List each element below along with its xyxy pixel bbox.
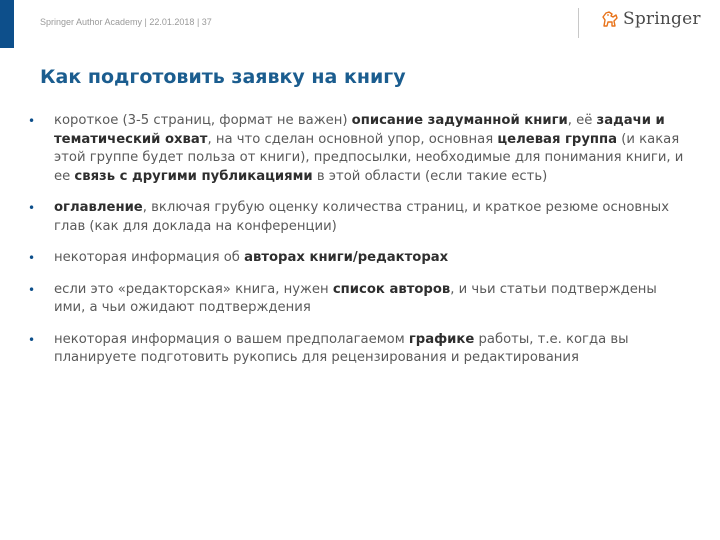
bullet-list: • короткое (3-5 страниц, формат не важен)… bbox=[28, 112, 688, 378]
bullet-dot: • bbox=[28, 251, 36, 265]
bullet-text: короткое (3-5 страниц, формат не важен) bbox=[54, 113, 352, 128]
bullet-text: , включая грубую оценку количества стран… bbox=[54, 200, 670, 234]
bullet-dot: • bbox=[28, 282, 36, 297]
bullet-item: • оглавление, включая грубую оценку колич… bbox=[28, 199, 684, 236]
springer-logo-text: Springer bbox=[623, 9, 701, 29]
header-info: Springer Author Academy | 22.01.2018 | 3… bbox=[40, 17, 212, 27]
bullet-text: в этой области (если такие есть) bbox=[312, 168, 548, 184]
bullet-text: если это «редакторская» книга, нужен bbox=[54, 281, 333, 297]
bullet-item: • некоторая информация об авторах книги/р… bbox=[28, 249, 688, 268]
springer-logo: Springer bbox=[600, 9, 701, 29]
slide-title: Как подготовить заявку на книгу bbox=[40, 66, 406, 88]
bullet-text: некоторая информация о вашем предполагае… bbox=[54, 331, 409, 347]
bullet-dot: • bbox=[28, 114, 36, 128]
bullet-text: , на что сделан основной упор, основная bbox=[207, 131, 498, 147]
bullet-emphasis: список авторов bbox=[332, 281, 451, 297]
bullet-dot: • bbox=[28, 332, 36, 347]
bullet-text: некоторая информация об bbox=[54, 250, 245, 265]
bullet-text: , её bbox=[567, 113, 597, 128]
bullet-emphasis: связь с другими публикациями bbox=[74, 168, 313, 184]
bullet-item: • если это «редакторская» книга, нужен сп… bbox=[28, 281, 674, 318]
bullet-item: • некоторая информация о вашем предполага… bbox=[28, 331, 694, 368]
bullet-emphasis: оглавление bbox=[54, 200, 143, 215]
bullet-emphasis: целевая группа bbox=[497, 131, 618, 147]
bullet-emphasis: авторах книги/редакторах bbox=[244, 250, 449, 265]
bullet-item: • короткое (3-5 страниц, формат не важен)… bbox=[28, 112, 694, 186]
bullet-dot: • bbox=[28, 201, 36, 215]
header-accent-bar bbox=[0, 0, 14, 48]
bullet-emphasis: графике bbox=[408, 331, 475, 347]
header-divider bbox=[578, 8, 579, 38]
bullet-emphasis: описание задуманной книги bbox=[351, 113, 568, 128]
springer-horse-icon bbox=[600, 9, 620, 29]
